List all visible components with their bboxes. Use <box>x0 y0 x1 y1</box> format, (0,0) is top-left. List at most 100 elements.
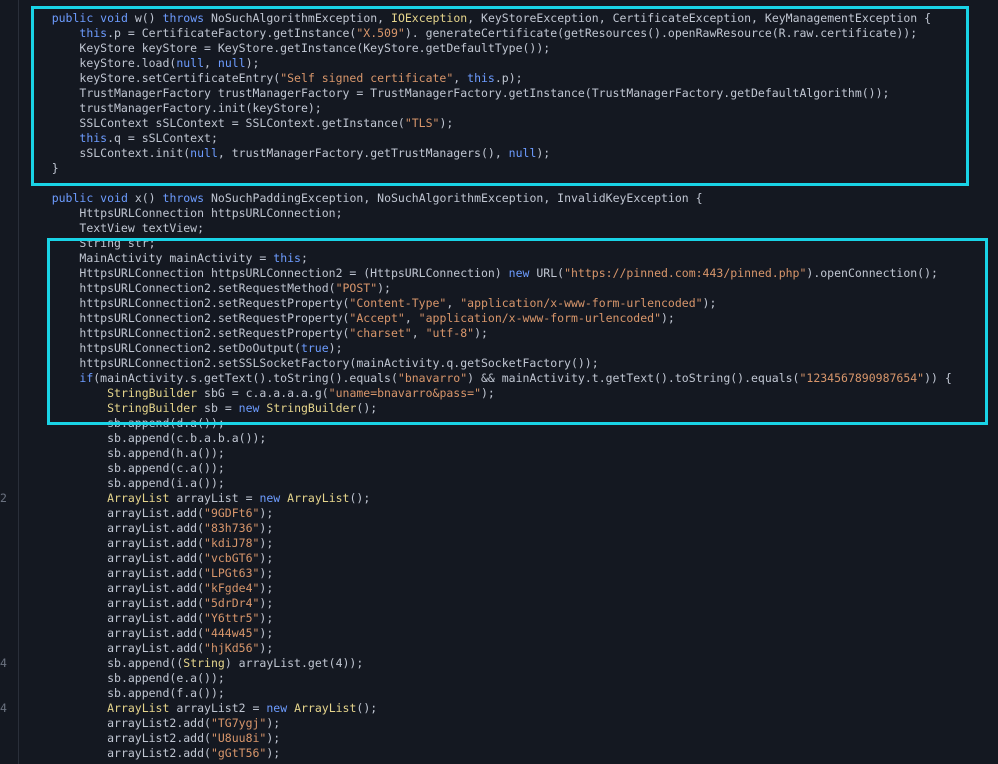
code-line[interactable]: public void x() throws NoSuchPaddingExce… <box>24 191 998 206</box>
code-line[interactable]: 4 sb.append((String) arrayList.get(4)); <box>0 656 998 671</box>
code-line[interactable]: httpsURLConnection2.setRequestProperty("… <box>24 326 998 341</box>
code-token: ); <box>259 626 274 640</box>
line-number: 4 <box>0 701 7 715</box>
code-line[interactable]: sb.append(e.a()); <box>24 671 998 686</box>
code-line[interactable]: arrayList.add("vcbGT6"); <box>24 551 998 566</box>
code-line[interactable]: if(mainActivity.s.getText().toString().e… <box>24 371 998 386</box>
code-token: keyStore.load( <box>79 56 177 70</box>
type-token: ArrayList <box>294 701 357 715</box>
code-line[interactable]: StringBuilder sb = new StringBuilder(); <box>24 401 998 416</box>
code-token: HttpsURLConnection httpsURLConnection2 =… <box>79 266 509 280</box>
code-line[interactable]: arrayList.add("kdiJ78"); <box>24 536 998 551</box>
code-line[interactable]: HttpsURLConnection httpsURLConnection2 =… <box>24 266 998 281</box>
code-token: arrayList.add( <box>107 581 205 595</box>
code-line[interactable]: SSLContext sSLContext = SSLContext.getIn… <box>24 116 998 131</box>
code-line[interactable]: arrayList.add("LPGt63"); <box>24 566 998 581</box>
code-line[interactable]: sb.append(c.a()); <box>24 461 998 476</box>
code-line[interactable]: httpsURLConnection2.setRequestMethod("PO… <box>24 281 998 296</box>
code-line[interactable]: keyStore.setCertificateEntry("Self signe… <box>24 71 998 86</box>
code-token: HttpsURLConnection httpsURLConnection; <box>79 206 343 220</box>
code-token: ); <box>259 596 274 610</box>
code-token: KeyStore keyStore = KeyStore.getInstance… <box>79 41 551 55</box>
code-line[interactable]: arrayList.add("kFgde4"); <box>24 581 998 596</box>
code-token: trustManagerFactory.init(keyStore); <box>79 101 322 115</box>
keyword-token: this <box>467 71 495 85</box>
code-token: ); <box>536 146 551 160</box>
code-line[interactable]: arrayList.add("Y6ttr5"); <box>24 611 998 626</box>
code-line[interactable]: httpsURLConnection2.setRequestProperty("… <box>24 296 998 311</box>
code-line[interactable]: StringBuilder sbG = c.a.a.a.a.g("uname=b… <box>24 386 998 401</box>
code-line[interactable]: sb.append(i.a()); <box>24 476 998 491</box>
code-line[interactable]: arrayList.add("83h736"); <box>24 521 998 536</box>
code-token: ); <box>702 296 717 310</box>
code-line[interactable]: httpsURLConnection2.setRequestProperty("… <box>24 311 998 326</box>
code-line[interactable]: httpsURLConnection2.setSSLSocketFactory(… <box>24 356 998 371</box>
string-token: "kdiJ78" <box>204 536 260 550</box>
code-line[interactable]: this.p = CertificateFactory.getInstance(… <box>24 26 998 41</box>
code-token: ); <box>377 281 391 295</box>
code-token: sb.append(f.a()); <box>107 686 225 700</box>
type-token: ArrayList <box>287 491 350 505</box>
code-line[interactable]: httpsURLConnection2.setDoOutput(true); <box>24 341 998 356</box>
code-line[interactable]: arrayList.add("5drDr4"); <box>24 596 998 611</box>
code-token: ); <box>266 731 281 745</box>
code-line[interactable]: public void w() throws NoSuchAlgorithmEx… <box>24 11 998 26</box>
code-lines[interactable]: public void w() throws NoSuchAlgorithmEx… <box>0 11 998 761</box>
code-token: ); <box>481 386 495 400</box>
code-line[interactable] <box>24 176 998 191</box>
code-line[interactable]: KeyStore keyStore = KeyStore.getInstance… <box>24 41 998 56</box>
keyword-token: this <box>273 251 301 265</box>
code-token: (); <box>356 401 378 415</box>
code-line[interactable]: sb.append(f.a()); <box>24 686 998 701</box>
code-line[interactable]: sSLContext.init(null, trustManagerFactor… <box>24 146 998 161</box>
code-token: )) { <box>924 371 952 385</box>
code-line[interactable]: keyStore.load(null, null); <box>24 56 998 71</box>
string-token: "bnavarro" <box>397 371 468 385</box>
code-line[interactable]: sb.append(h.a()); <box>24 446 998 461</box>
keyword-token: new <box>508 266 530 280</box>
code-token: sbG = c.a.a.a.a.g( <box>204 386 329 400</box>
code-line[interactable]: trustManagerFactory.init(keyStore); <box>24 101 998 116</box>
code-editor[interactable]: public void w() throws NoSuchAlgorithmEx… <box>0 0 998 764</box>
code-token: arrayList2 = <box>176 701 267 715</box>
code-token: arrayList2.add( <box>107 716 211 730</box>
code-line[interactable]: arrayList.add("9GDFt6"); <box>24 506 998 521</box>
string-token: "5drDr4" <box>204 596 260 610</box>
code-line[interactable]: 2 ArrayList arrayList = new ArrayList(); <box>0 491 998 506</box>
code-line[interactable]: arrayList2.add("TG7ygj"); <box>24 716 998 731</box>
code-token: arrayList.add( <box>107 626 205 640</box>
keyword-token: throws <box>162 11 205 25</box>
code-line[interactable]: arrayList.add("444w45"); <box>24 626 998 641</box>
code-line[interactable]: arrayList2.add("U8uu8i"); <box>24 731 998 746</box>
code-line[interactable]: this.q = sSLContext; <box>24 131 998 146</box>
code-line[interactable]: sb.append(d.a()); <box>24 416 998 431</box>
code-line[interactable]: HttpsURLConnection httpsURLConnection; <box>24 206 998 221</box>
keyword-token: true <box>300 341 329 355</box>
code-line[interactable]: String str; <box>24 236 998 251</box>
code-token: httpsURLConnection2.setSSLSocketFactory(… <box>79 356 599 370</box>
code-line[interactable]: TextView textView; <box>24 221 998 236</box>
code-line[interactable]: 4 ArrayList arrayList2 = new ArrayList()… <box>0 701 998 716</box>
code-token: x() <box>134 191 163 205</box>
code-token: ); <box>661 311 675 325</box>
code-line[interactable]: TrustManagerFactory trustManagerFactory … <box>24 86 998 101</box>
code-line[interactable]: arrayList2.add("gGtT56"); <box>24 746 998 761</box>
code-line[interactable]: MainActivity mainActivity = this; <box>24 251 998 266</box>
code-line[interactable]: sb.append(c.b.a.b.a()); <box>24 431 998 446</box>
code-line[interactable]: arrayList.add("hjKd56"); <box>24 641 998 656</box>
code-line[interactable]: } <box>24 161 998 176</box>
